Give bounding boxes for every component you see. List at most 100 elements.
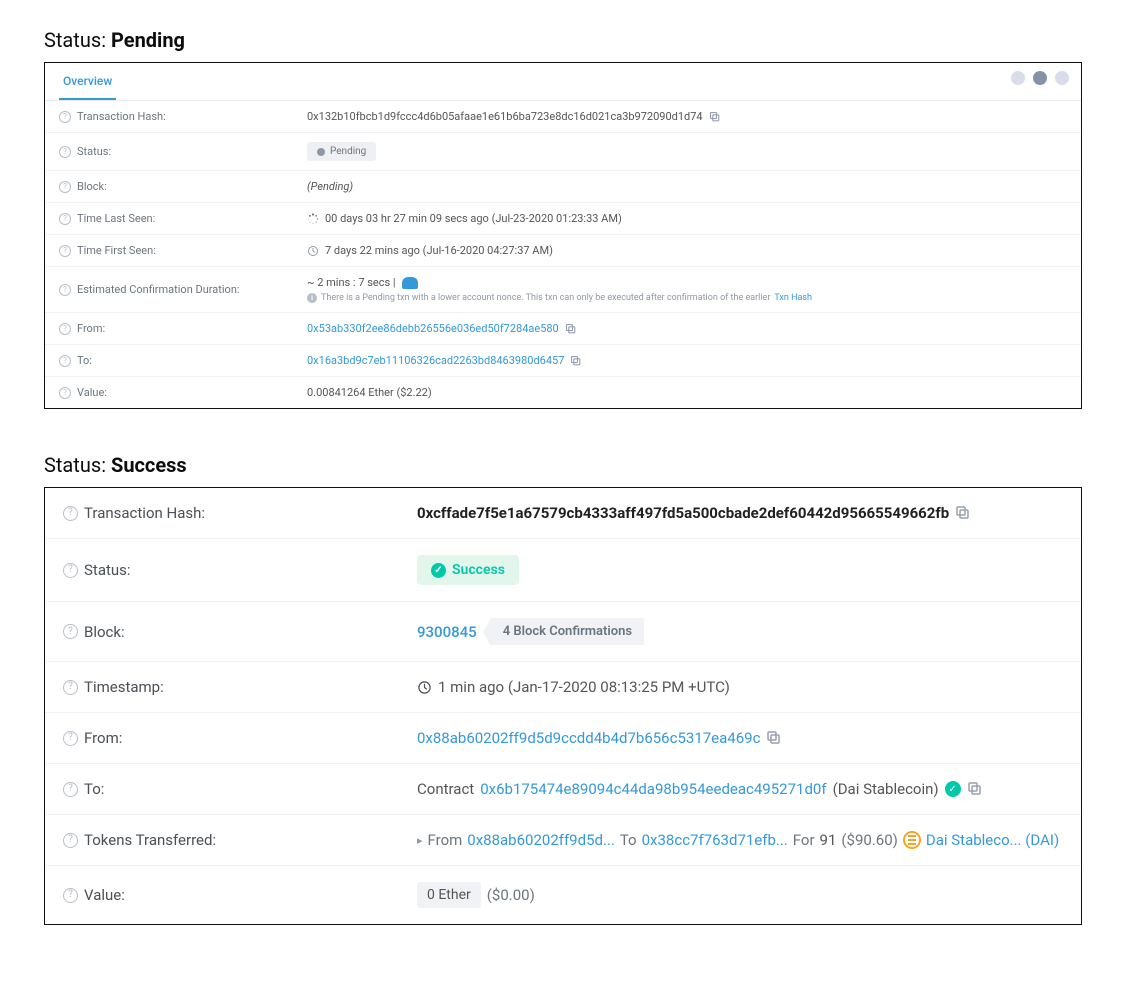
- spinner-icon: [307, 213, 319, 225]
- txn-hash-link[interactable]: Txn Hash: [774, 293, 812, 303]
- label-status: Status:: [84, 561, 131, 579]
- section-title-status: Success: [111, 453, 187, 477]
- label-block: Block:: [84, 623, 125, 641]
- label-est-conf: Estimated Confirmation Duration:: [77, 283, 240, 296]
- est-duration-value: ~ 2 mins : 7 secs |: [307, 276, 396, 289]
- block-confirmations-badge: 4 Block Confirmations: [491, 618, 644, 645]
- row-to: ? To: Contract 0x6b175474e89094c44da98b9…: [45, 764, 1081, 815]
- row-value: ? Value: 0.00841264 Ether ($2.22): [45, 377, 1081, 408]
- tabs: Overview: [45, 63, 1081, 101]
- help-icon[interactable]: ?: [63, 563, 78, 578]
- token-name-link[interactable]: Dai Stableco... (DAI): [926, 831, 1059, 849]
- tx-hash-value: 0x132b10fbcb1d9fccc4d6b05afaae1e61b6ba72…: [307, 110, 703, 123]
- info-icon: i: [307, 293, 317, 303]
- row-to: ? To: 0x16a3bd9c7eb11106326cad2263bd8463…: [45, 345, 1081, 377]
- pending-dot-icon: [317, 148, 325, 156]
- row-time-last-seen: ? Time Last Seen: 00 days 03 hr 27 min 0…: [45, 203, 1081, 235]
- tokens-amount: 91: [820, 831, 837, 849]
- help-icon[interactable]: ?: [59, 146, 71, 158]
- label-value: Value:: [84, 886, 125, 904]
- help-icon[interactable]: ?: [59, 245, 71, 257]
- block-value: (Pending): [307, 180, 353, 193]
- status-badge-pending: Pending: [307, 142, 376, 161]
- section-title-prefix: Status:: [44, 28, 111, 52]
- status-badge-text: Success: [452, 562, 505, 578]
- clock-icon: [307, 245, 319, 257]
- help-icon[interactable]: ?: [59, 181, 71, 193]
- copy-icon[interactable]: [967, 781, 983, 797]
- label-status: Status:: [77, 145, 111, 158]
- panel-dots: [1011, 71, 1069, 85]
- help-icon[interactable]: ?: [59, 213, 71, 225]
- to-prefix: Contract: [417, 780, 474, 798]
- help-icon[interactable]: ?: [63, 624, 78, 639]
- row-time-first-seen: ? Time First Seen: 7 days 22 mins ago (J…: [45, 235, 1081, 267]
- help-icon[interactable]: ?: [59, 387, 71, 399]
- help-icon[interactable]: ?: [59, 355, 71, 367]
- help-icon[interactable]: ?: [63, 782, 78, 797]
- label-to: To:: [84, 780, 104, 798]
- help-icon[interactable]: ?: [59, 323, 71, 335]
- help-icon[interactable]: ?: [63, 833, 78, 848]
- label-value: Value:: [77, 386, 107, 399]
- copy-icon[interactable]: [766, 730, 782, 746]
- from-address-link[interactable]: 0x53ab330f2ee86debb26556e036ed50f7284ae5…: [307, 322, 559, 335]
- verified-check-icon: ✓: [945, 781, 961, 797]
- from-address-link[interactable]: 0x88ab60202ff9d5d9ccdd4b4d7b656c5317ea46…: [417, 729, 760, 747]
- panel-dot: [1055, 71, 1069, 85]
- help-icon[interactable]: ?: [59, 111, 71, 123]
- dai-token-icon: [903, 831, 921, 849]
- tokens-from-label: From: [428, 831, 463, 849]
- pending-panel: Overview ? Transaction Hash: 0x132b10fbc…: [44, 62, 1082, 409]
- section-title-prefix: Status:: [44, 453, 111, 477]
- tokens-to-label: To: [620, 831, 637, 849]
- to-suffix: (Dai Stablecoin): [833, 780, 939, 798]
- caret-icon: ▸: [417, 834, 423, 847]
- tokens-amount-usd: ($90.60): [841, 831, 897, 849]
- label-from: From:: [77, 322, 105, 335]
- est-note-text: There is a Pending txn with a lower acco…: [321, 293, 770, 303]
- status-badge-success: ✓ Success: [417, 555, 519, 585]
- copy-icon[interactable]: [709, 111, 721, 123]
- label-time-last-seen: Time Last Seen:: [77, 212, 155, 225]
- clock-icon: [417, 680, 432, 695]
- tokens-from-link[interactable]: 0x88ab60202ff9d5d...: [467, 831, 615, 849]
- panel-dot: [1011, 71, 1025, 85]
- copy-icon[interactable]: [955, 505, 971, 521]
- help-icon[interactable]: ?: [63, 731, 78, 746]
- copy-icon[interactable]: [565, 323, 577, 335]
- label-to: To:: [77, 354, 92, 367]
- help-icon[interactable]: ?: [59, 284, 71, 296]
- to-address-link[interactable]: 0x6b175474e89094c44da98b954eedeac495271d…: [480, 780, 826, 798]
- tab-overview[interactable]: Overview: [59, 64, 116, 100]
- row-value: ? Value: 0 Ether ($0.00): [45, 866, 1081, 924]
- label-tx-hash: Transaction Hash:: [77, 110, 166, 123]
- help-icon[interactable]: ?: [63, 680, 78, 695]
- row-block: ? Block: 9300845 4 Block Confirmations: [45, 602, 1081, 662]
- label-block: Block:: [77, 180, 107, 193]
- row-from: ? From: 0x53ab330f2ee86debb26556e036ed50…: [45, 313, 1081, 345]
- label-timestamp: Timestamp:: [84, 678, 164, 696]
- timestamp-value: 1 min ago (Jan-17-2020 08:13:25 PM +UTC): [438, 678, 730, 696]
- tokens-for-label: For: [793, 831, 815, 849]
- label-tokens-transferred: Tokens Transferred:: [84, 831, 216, 849]
- tx-hash-value: 0xcffade7f5e1a67579cb4333aff497fd5a500cb…: [417, 504, 949, 522]
- tokens-to-link[interactable]: 0x38cc7f763d71efb...: [642, 831, 788, 849]
- help-icon[interactable]: ?: [63, 506, 78, 521]
- row-status: ? Status: Pending: [45, 133, 1081, 171]
- check-circle-icon: ✓: [431, 563, 446, 578]
- help-icon[interactable]: ?: [63, 888, 78, 903]
- block-number-link[interactable]: 9300845: [417, 623, 477, 641]
- row-est-confirmation: ? Estimated Confirmation Duration: ~ 2 m…: [45, 267, 1081, 313]
- copy-icon[interactable]: [570, 355, 582, 367]
- row-status: ? Status: ✓ Success: [45, 539, 1081, 602]
- status-badge-text: Pending: [330, 146, 366, 157]
- to-address-link[interactable]: 0x16a3bd9c7eb11106326cad2263bd8463980d64…: [307, 354, 564, 367]
- time-last-seen-value: 00 days 03 hr 27 min 09 secs ago (Jul-23…: [325, 212, 622, 225]
- row-from: ? From: 0x88ab60202ff9d5d9ccdd4b4d7b656c…: [45, 713, 1081, 764]
- gauge-icon[interactable]: [402, 277, 418, 289]
- section-title-success: Status: Success: [44, 453, 1082, 477]
- value-usd: ($0.00): [487, 886, 535, 904]
- label-tx-hash: Transaction Hash:: [84, 504, 205, 522]
- panel-dot: [1033, 71, 1047, 85]
